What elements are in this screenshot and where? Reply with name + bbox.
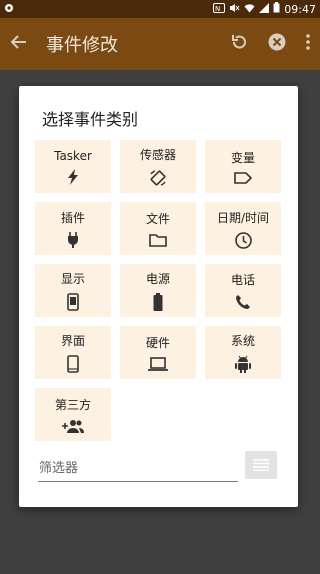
undo-icon[interactable] — [230, 33, 248, 55]
battery-icon — [153, 293, 163, 311]
category-label: 系统 — [230, 334, 255, 348]
status-bar: N 09:47 — [0, 0, 320, 18]
clock-icon — [234, 231, 252, 249]
mute-icon — [229, 3, 240, 16]
folder-icon — [149, 233, 167, 247]
category-label: 文件 — [145, 212, 170, 226]
svg-text:N: N — [215, 5, 220, 13]
notification-icon — [4, 3, 14, 16]
list-lines-icon — [253, 456, 269, 475]
laptop-icon — [148, 357, 168, 371]
wifi-icon — [244, 3, 255, 16]
group-add-icon — [62, 419, 84, 433]
label-icon — [234, 172, 252, 184]
back-arrow-icon[interactable] — [10, 33, 28, 55]
filter-input[interactable] — [38, 456, 238, 482]
plug-icon — [67, 232, 79, 248]
category-system[interactable]: 系统 — [205, 326, 281, 379]
nfc-icon: N — [213, 2, 226, 16]
category-label: 电源 — [145, 272, 170, 286]
filter-list-button[interactable] — [245, 451, 277, 479]
phone-screen-icon — [67, 293, 79, 311]
category-sensor[interactable]: 传感器 — [120, 140, 196, 193]
category-dialog: 选择事件类别 Tasker 传感器 变量 插件 文件 日期/时间 显示 电源 电… — [19, 86, 298, 507]
app-bar: 事件修改 — [0, 18, 320, 70]
cancel-icon[interactable] — [268, 33, 286, 55]
android-icon — [235, 355, 251, 373]
page-title: 事件修改 — [46, 35, 118, 56]
bolt-icon — [66, 168, 80, 185]
category-label: 传感器 — [139, 148, 176, 162]
signal-icon — [259, 2, 270, 16]
category-third-party[interactable]: 第三方 — [35, 388, 111, 441]
category-label: 显示 — [60, 272, 85, 286]
category-hardware[interactable]: 硬件 — [120, 326, 196, 379]
category-label: 变量 — [230, 151, 255, 165]
category-date-time[interactable]: 日期/时间 — [205, 202, 281, 255]
category-label: 电话 — [230, 273, 255, 287]
category-plugin[interactable]: 插件 — [35, 202, 111, 255]
smartphone-icon — [67, 355, 79, 373]
category-grid: Tasker 传感器 变量 插件 文件 日期/时间 显示 电源 电话 界面 硬件… — [35, 140, 281, 441]
category-power[interactable]: 电源 — [120, 264, 196, 317]
category-file[interactable]: 文件 — [120, 202, 196, 255]
category-label: 第三方 — [54, 398, 91, 412]
category-label: Tasker — [54, 148, 92, 163]
more-vert-icon[interactable] — [306, 34, 310, 54]
category-label: 界面 — [60, 334, 85, 348]
battery-status-icon — [273, 2, 280, 16]
category-label: 插件 — [60, 211, 85, 225]
clock-time: 09:47 — [284, 2, 316, 16]
category-label: 硬件 — [145, 336, 170, 350]
category-phone[interactable]: 电话 — [205, 264, 281, 317]
category-display[interactable]: 显示 — [35, 264, 111, 317]
dialog-title: 选择事件类别 — [42, 110, 139, 129]
category-ui[interactable]: 界面 — [35, 326, 111, 379]
category-label: 日期/时间 — [216, 210, 270, 225]
screen-rotation-icon — [149, 169, 167, 187]
phone-call-icon — [235, 294, 251, 310]
category-variable[interactable]: 变量 — [205, 140, 281, 193]
category-tasker[interactable]: Tasker — [35, 140, 111, 193]
